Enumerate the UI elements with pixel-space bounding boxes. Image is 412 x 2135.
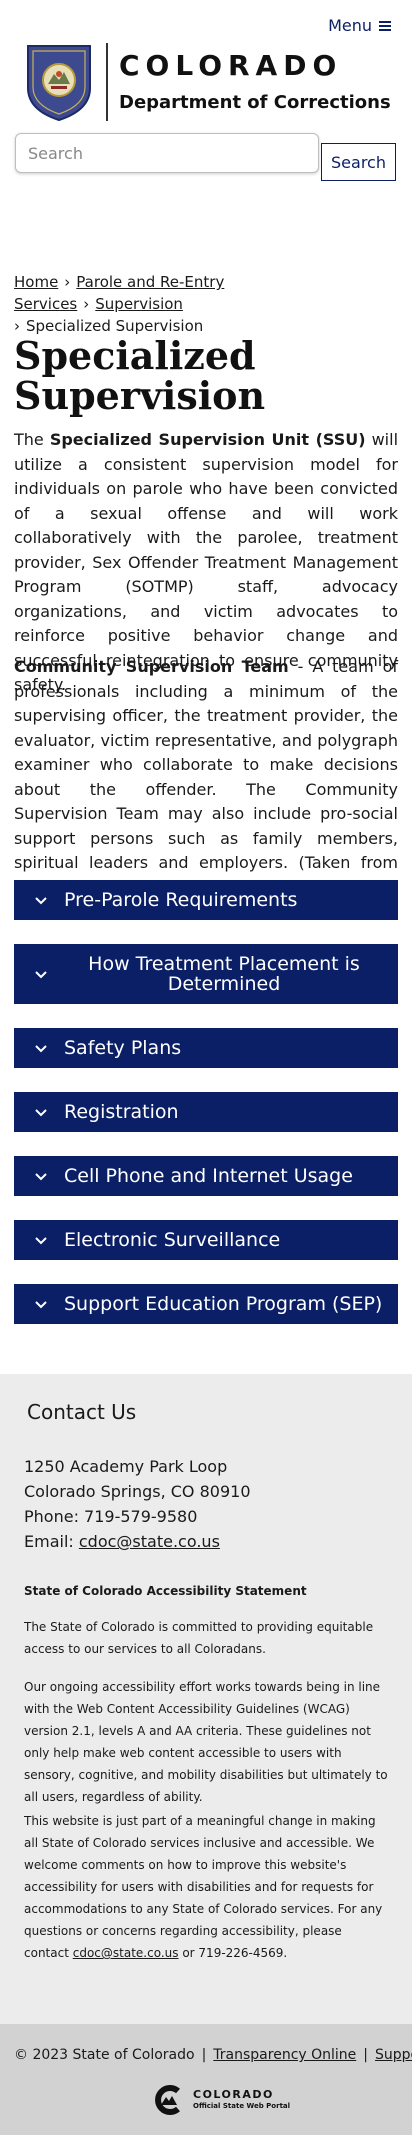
accessibility-p3: This website is just part of a meaningfu…	[24, 1814, 383, 1960]
chevron-down-icon	[35, 897, 47, 905]
logo-divider	[106, 43, 108, 121]
breadcrumb-supervision[interactable]: Supervision	[95, 295, 183, 313]
breadcrumb: Home › Parole and Re-Entry Services › Superv…	[14, 273, 225, 335]
accordion-registration[interactable]: Registration	[14, 1092, 398, 1132]
contact-section: Contact Us 1250 Academy Park Loop Colora…	[0, 1374, 412, 2024]
accordion-pre-parole[interactable]: Pre-Parole Requirements	[14, 880, 398, 920]
copyright: © 2023 State of Colorado	[14, 2047, 195, 2063]
chevron-down-icon	[35, 1237, 47, 1245]
search-button[interactable]: Search	[321, 143, 396, 181]
search-input[interactable]	[15, 133, 319, 173]
transparency-link[interactable]: Transparency Online	[213, 2047, 356, 2063]
accessibility-title: State of Colorado Accessibility Statemen…	[24, 1584, 307, 1598]
brand-title: COLORADO	[119, 48, 343, 82]
support-link[interactable]: Support	[375, 2047, 412, 2063]
page-title: Specialized Supervision	[14, 333, 266, 418]
accessibility-p2: Our ongoing accessibility effort works t…	[24, 1680, 388, 1804]
breadcrumb-home[interactable]: Home	[14, 273, 58, 291]
contact-email-link[interactable]: cdoc@state.co.us	[79, 1532, 220, 1551]
team-bold: Community Supervision Team	[14, 657, 289, 676]
accessibility-p1: The State of Colorado is committed to pr…	[24, 1620, 374, 1656]
contact-phone: Phone: 719-579-9580	[24, 1507, 198, 1526]
ssu-bold: Specialized Supervision Unit (SSU)	[49, 430, 366, 449]
footer-links: © 2023 State of Colorado | Transparency On…	[14, 2047, 412, 2063]
brand-subtitle: Department of Corrections	[119, 91, 391, 113]
contact-heading: Contact Us	[27, 1400, 137, 1424]
menu-button[interactable]: Menu	[328, 16, 391, 35]
accordion-safety-plans[interactable]: Safety Plans	[14, 1028, 398, 1068]
footer: © 2023 State of Colorado | Transparency On…	[0, 2024, 412, 2135]
contact-address: 1250 Academy Park Loop Colorado Springs,…	[24, 1457, 251, 1551]
accordion-treatment-placement[interactable]: How Treatment Placement is Determined	[14, 944, 398, 1004]
chevron-down-icon	[35, 971, 47, 979]
chevron-down-icon	[35, 1301, 47, 1309]
site-logo[interactable]: COLORADO Department of Corrections	[24, 42, 391, 122]
seal-logo	[27, 45, 91, 122]
chevron-down-icon	[35, 1109, 47, 1117]
colorado-portal-logo[interactable]: COLORADO Official State Web Portal	[152, 2085, 290, 2115]
accessibility-email-link[interactable]: cdoc@state.co.us	[73, 1946, 179, 1960]
accordion-electronic-surveillance[interactable]: Electronic Surveillance	[14, 1220, 398, 1260]
chevron-down-icon	[35, 1173, 47, 1181]
chevron-down-icon	[35, 1045, 47, 1053]
accordion-cell-phone[interactable]: Cell Phone and Internet Usage	[14, 1156, 398, 1196]
menu-label: Menu	[328, 16, 372, 35]
accordion-sep[interactable]: Support Education Program (SEP)	[14, 1284, 398, 1324]
colorado-c-icon	[155, 2085, 180, 2115]
menu-icon	[379, 20, 391, 31]
